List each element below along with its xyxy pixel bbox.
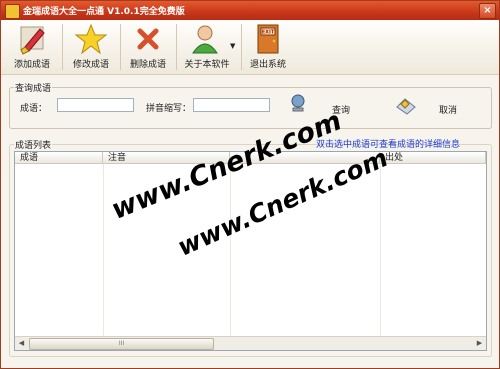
scroll-thumb[interactable]: III bbox=[29, 338, 214, 350]
scroll-right-arrow-icon[interactable]: ▶ bbox=[474, 338, 485, 348]
search-globe-icon bbox=[291, 94, 305, 112]
app-window: 金瑞成语大全一点通 V1.0.1完全免费版 × 添加成语 修改成语 删除成语 关… bbox=[0, 0, 500, 369]
horizontal-scrollbar[interactable]: ◀ III ▶ bbox=[15, 336, 486, 350]
column-divider bbox=[103, 164, 104, 336]
idiom-label: 成语： bbox=[20, 104, 48, 114]
list-group-title: 成语列表 bbox=[14, 138, 53, 151]
pinyin-abbr-label: 拼音缩写： bbox=[146, 104, 192, 114]
brush-add-icon bbox=[20, 26, 45, 55]
query-group: 查询成语 成语： 拼音缩写： 查询 取消 bbox=[9, 81, 492, 129]
toolbar-separator bbox=[120, 24, 121, 70]
cancel-button[interactable]: 取消 bbox=[395, 91, 458, 121]
edit-idiom-button[interactable]: 修改成语 bbox=[65, 22, 117, 72]
pinyin-abbr-input[interactable] bbox=[193, 98, 270, 112]
about-dropdown-arrow-icon[interactable]: ▼ bbox=[230, 42, 235, 50]
window-title: 金瑞成语大全一点通 V1.0.1完全免费版 bbox=[23, 7, 185, 17]
scroll-left-arrow-icon[interactable]: ◀ bbox=[16, 338, 27, 348]
add-idiom-button[interactable]: 添加成语 bbox=[6, 22, 58, 72]
delete-x-icon bbox=[137, 28, 159, 50]
title-bar[interactable]: 金瑞成语大全一点通 V1.0.1完全免费版 × bbox=[1, 1, 499, 20]
close-button[interactable]: × bbox=[479, 3, 496, 19]
toolbar: 添加成语 修改成语 删除成语 关于本软件 ▼ EXIT 退出系统 bbox=[1, 20, 499, 75]
toolbar-separator bbox=[241, 24, 242, 70]
app-icon bbox=[5, 4, 20, 19]
column-header-source[interactable]: 出处 bbox=[380, 152, 486, 164]
cancel-label: 取消 bbox=[439, 106, 458, 116]
toolbar-separator bbox=[176, 24, 177, 70]
idiom-table[interactable]: 成语 注音 出处 ◀ III ▶ bbox=[14, 151, 487, 351]
svg-text:EXIT: EXIT bbox=[262, 30, 275, 36]
about-button[interactable]: 关于本软件 bbox=[178, 22, 236, 72]
cancel-eraser-icon bbox=[396, 98, 416, 115]
exit-door-icon: EXIT bbox=[257, 24, 279, 54]
idiom-input[interactable] bbox=[57, 98, 134, 112]
column-divider bbox=[380, 164, 381, 336]
list-hint-text: 双击选中成语可查看成语的详细信息 bbox=[316, 140, 461, 150]
star-edit-icon bbox=[74, 23, 108, 55]
delete-idiom-button[interactable]: 删除成语 bbox=[122, 22, 174, 72]
column-divider bbox=[230, 164, 231, 336]
column-header-idiom[interactable]: 成语 bbox=[15, 152, 103, 164]
toolbar-separator bbox=[62, 24, 63, 70]
query-group-title: 查询成语 bbox=[14, 81, 53, 94]
exit-button[interactable]: EXIT 退出系统 bbox=[245, 22, 291, 72]
user-info-icon bbox=[192, 25, 218, 54]
